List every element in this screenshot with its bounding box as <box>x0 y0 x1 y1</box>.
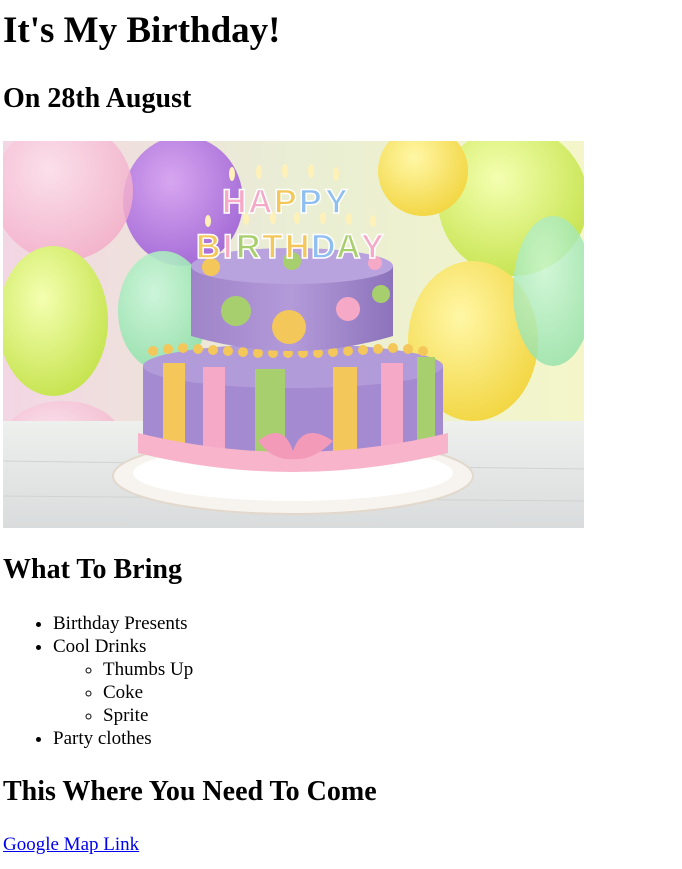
date-heading: On 28th August <box>3 83 192 114</box>
what-to-bring-heading: What To Bring <box>3 554 182 585</box>
svg-text:D: D <box>311 228 336 266</box>
drinks-sublist: Thumbs Up Coke Sprite <box>53 658 193 727</box>
sublist-item: Thumbs Up <box>103 658 193 681</box>
svg-text:I: I <box>223 228 232 266</box>
bring-list: Birthday Presents Cool Drinks Thumbs Up … <box>3 612 193 750</box>
birthday-cake-image: H A P P Y B I R T H D A Y <box>3 141 584 528</box>
list-item: Cool Drinks Thumbs Up Coke Sprite <box>53 635 193 727</box>
location-heading: This Where You Need To Come <box>3 776 377 807</box>
sublist-item: Sprite <box>103 704 193 727</box>
list-item: Party clothes <box>53 727 193 750</box>
svg-text:T: T <box>262 228 283 266</box>
svg-text:Y: Y <box>325 183 348 221</box>
svg-text:Y: Y <box>361 228 384 266</box>
svg-text:A: A <box>248 183 273 221</box>
svg-text:H: H <box>285 228 310 266</box>
svg-text:H: H <box>222 183 247 221</box>
svg-text:A: A <box>336 228 361 266</box>
svg-text:P: P <box>299 183 322 221</box>
page-title: It's My Birthday! <box>3 10 281 51</box>
google-map-link[interactable]: Google Map Link <box>3 833 139 856</box>
svg-text:P: P <box>274 183 297 221</box>
list-item: Birthday Presents <box>53 612 193 635</box>
sublist-item: Coke <box>103 681 193 704</box>
svg-text:B: B <box>196 228 221 266</box>
svg-text:R: R <box>236 228 261 266</box>
list-item-label: Cool Drinks <box>53 636 147 657</box>
